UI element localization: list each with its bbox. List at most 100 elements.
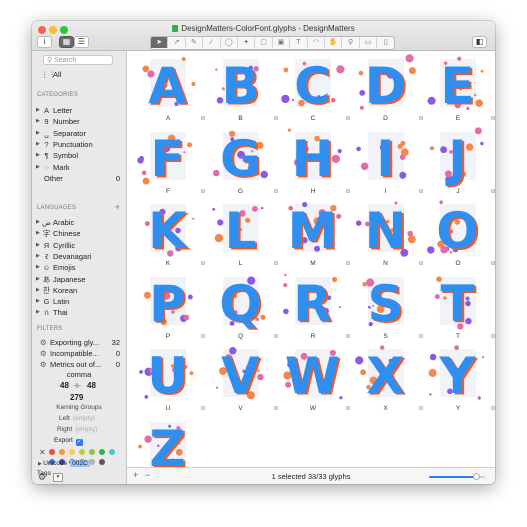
disclosure-icon[interactable]: ▶ [36, 251, 40, 262]
glyph-cell[interactable]: III [350, 126, 423, 198]
filter-item[interactable]: ⚙ Incompatible... 0 [32, 348, 126, 359]
glyph-cell[interactable]: MMM [277, 198, 350, 270]
disclosure-icon[interactable]: ▶ [36, 296, 40, 307]
add-language-button[interactable]: + [115, 202, 120, 212]
glyph-cell[interactable]: KKK [132, 198, 205, 270]
sidebar-item-language[interactable]: ▶ 한 Korean [32, 285, 126, 296]
advance-width[interactable]: 279 [70, 393, 83, 402]
color-label-swatch[interactable] [69, 449, 75, 455]
tool-11-icon[interactable]: ⚲ [342, 37, 360, 48]
glyph-cell[interactable]: OOO [422, 198, 495, 270]
glyph-cell[interactable]: WWW [277, 343, 350, 415]
sidebar-item-category[interactable]: ▶ 9 Number [32, 116, 126, 127]
right-sidebearing[interactable]: 48 [87, 381, 96, 390]
color-label-swatch[interactable] [99, 459, 105, 465]
disclosure-icon[interactable]: ▶ [36, 162, 40, 173]
sidebar-item-category[interactable]: ▶ ¶ Symbol [32, 150, 126, 161]
left-sidebearing[interactable]: 48 [60, 381, 69, 390]
glyph-cell[interactable]: XXX [350, 343, 423, 415]
search-field[interactable]: ⚲ Search [43, 55, 113, 65]
tool-0-icon[interactable]: ➤ [151, 37, 169, 48]
sidebar-item-language[interactable]: ▶ Я Cyrillic [32, 240, 126, 251]
disclosure-icon[interactable]: ▶ [36, 262, 40, 273]
sidebar-item-category[interactable]: ▶? Punctuation [32, 139, 126, 150]
glyph-cell[interactable]: YYY [422, 343, 495, 415]
color-label-swatch[interactable] [89, 449, 95, 455]
disclosure-icon[interactable]: ▶ [36, 228, 40, 239]
export-checkbox[interactable]: ✓ [75, 439, 83, 446]
disclosure-icon[interactable]: ▶ [36, 240, 40, 251]
filter-item[interactable]: ⚙ Metrics out of... 0 [32, 359, 126, 370]
glyph-cell[interactable]: NNN [350, 198, 423, 270]
glyph-cell[interactable]: AAA [132, 53, 205, 125]
color-label-swatch[interactable] [99, 449, 105, 455]
list-view-button[interactable]: ☰ [74, 36, 89, 48]
zoom-slider[interactable] [429, 473, 485, 480]
disclosure-icon[interactable]: ▶ [36, 116, 40, 127]
glyph-cell[interactable]: SSS [350, 271, 423, 343]
export-toggle[interactable]: Export ✓ [54, 437, 83, 446]
color-label-swatch[interactable] [109, 449, 115, 455]
disclosure-icon[interactable]: ▶ [36, 150, 40, 161]
sidebar-item-language[interactable]: ▶ ض Arabic [32, 217, 126, 228]
tool-1-icon[interactable]: ↗ [168, 37, 186, 48]
sidebar-item-language[interactable]: ▶ G Latin [32, 296, 126, 307]
sidebar-item-category[interactable]: ▶ ◌ Mark [32, 162, 126, 173]
tool-10-icon[interactable]: ✋ [325, 37, 343, 48]
glyph-cell[interactable]: QQQ [205, 271, 278, 343]
glyph-cell[interactable]: HHH [277, 126, 350, 198]
sidebar-item-language[interactable]: ▶ ऱ Devanagari [32, 251, 126, 262]
color-label-swatch[interactable] [89, 459, 95, 465]
glyph-cell[interactable]: RRR [277, 271, 350, 343]
tool-5-icon[interactable]: ✦ [238, 37, 256, 48]
sidebar-item-all[interactable]: ⋮⋮ All [32, 69, 126, 80]
tool-4-icon[interactable]: ◯ [221, 37, 238, 48]
info-button[interactable]: i [37, 36, 52, 48]
sidebar-item-category[interactable]: ▶ ␣ Separator [32, 128, 126, 139]
tool-3-icon[interactable]: ∕ [203, 37, 221, 48]
tool-13-icon[interactable]: ▯ [377, 37, 394, 48]
gear-icon[interactable]: ⚙ [38, 472, 46, 483]
glyph-cell[interactable]: JJJ [422, 126, 495, 198]
disclosure-icon[interactable]: ▶ [36, 128, 40, 139]
tool-6-icon[interactable]: ▢ [255, 37, 273, 48]
glyph-cell[interactable]: BBB [205, 53, 278, 125]
right-kerning-group[interactable]: Right (empty) [57, 426, 97, 433]
glyph-cell[interactable]: EEE [422, 53, 495, 125]
glyph-cell[interactable]: VVV [205, 343, 278, 415]
color-label-swatch[interactable] [59, 449, 65, 455]
sidebar-item-category[interactable]: Other 0 [32, 173, 126, 184]
glyph-cell[interactable]: DDD [350, 53, 423, 125]
unicode-field[interactable]: ▶ Unicode 002C [38, 460, 90, 467]
glyph-cell[interactable]: UUU [132, 343, 205, 415]
disclosure-icon[interactable]: ▶ [36, 285, 40, 296]
glyph-cell[interactable]: FFF [132, 126, 205, 198]
glyph-cell[interactable]: TTT [422, 271, 495, 343]
filter-item[interactable]: ⚙ Exporting gly... 32 [32, 337, 126, 348]
action-menu-button[interactable]: ▼ [53, 473, 63, 482]
tool-8-icon[interactable]: T [290, 37, 308, 48]
disclosure-icon[interactable]: ▶ [36, 139, 40, 150]
clear-color-icon[interactable]: ✕ [39, 448, 46, 457]
tool-9-icon[interactable]: ◠ [308, 37, 325, 48]
sidebar-item-language[interactable]: ▶ ก Thai [32, 307, 126, 318]
disclosure-icon[interactable]: ▶ [36, 307, 40, 318]
color-label-swatch[interactable] [49, 449, 55, 455]
glyph-cell[interactable]: PPP [132, 271, 205, 343]
disclosure-icon[interactable]: ▶ [36, 105, 40, 116]
glyph-cell[interactable]: CCC [277, 53, 350, 125]
tool-7-icon[interactable]: ▣ [273, 37, 291, 48]
sidebar-item-language[interactable]: ▶ ☺ Emojis [32, 262, 126, 273]
grid-view-button[interactable]: ▦ [59, 36, 74, 48]
tool-12-icon[interactable]: ▭ [360, 37, 378, 48]
color-label-swatch[interactable] [79, 449, 85, 455]
sidebar-item-language[interactable]: ▶ 字 Chinese [32, 228, 126, 239]
disclosure-icon[interactable]: ▶ [36, 217, 40, 228]
glyph-cell[interactable]: LLL [205, 198, 278, 270]
sidebar-item-language[interactable]: ▶ あ Japanese [32, 274, 126, 285]
glyph-cell[interactable]: GGG [205, 126, 278, 198]
sidebar-item-category[interactable]: ▶ A Letter [32, 105, 126, 116]
tool-2-icon[interactable]: ✎ [186, 37, 204, 48]
sidebar-toggle-button[interactable]: ◧ [472, 36, 487, 48]
unicode-value[interactable]: 002C [70, 460, 90, 467]
